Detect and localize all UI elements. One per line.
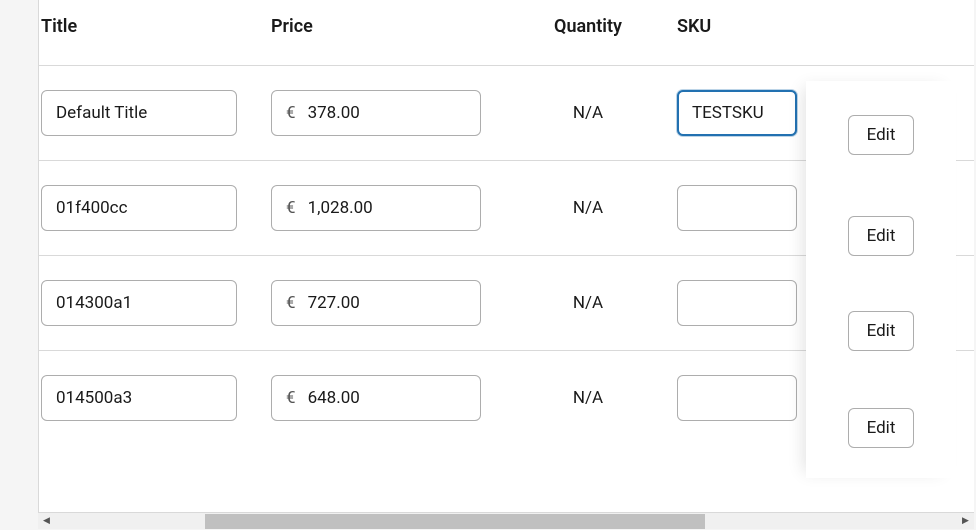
currency-symbol: € [286, 198, 296, 218]
edit-button[interactable]: Edit [848, 311, 915, 351]
header-title: Title [39, 16, 271, 37]
title-input[interactable] [41, 185, 237, 231]
sticky-actions-panel: Edit Edit Edit Edit [806, 81, 956, 478]
quantity-value: N/A [573, 388, 603, 408]
currency-symbol: € [286, 103, 296, 123]
price-field[interactable]: € [271, 280, 481, 326]
scroll-track[interactable] [55, 513, 957, 530]
sku-input[interactable] [677, 375, 797, 421]
currency-symbol: € [286, 388, 296, 408]
scroll-thumb[interactable] [205, 514, 705, 529]
header-price: Price [271, 16, 503, 37]
title-input[interactable] [41, 90, 237, 136]
edit-button[interactable]: Edit [848, 115, 915, 155]
price-input[interactable] [308, 198, 466, 218]
quantity-value: N/A [573, 198, 603, 218]
sku-input[interactable] [677, 90, 797, 136]
header-sku: SKU [673, 16, 823, 37]
scroll-left-arrow-icon[interactable]: ◀ [38, 513, 55, 530]
price-input[interactable] [308, 293, 466, 313]
sku-input[interactable] [677, 185, 797, 231]
scroll-right-arrow-icon[interactable]: ▶ [957, 513, 974, 530]
quantity-value: N/A [573, 293, 603, 313]
price-input[interactable] [308, 103, 466, 123]
price-field[interactable]: € [271, 185, 481, 231]
sku-input[interactable] [677, 280, 797, 326]
table-header-row: Title Price Quantity SKU [39, 0, 974, 65]
header-quantity: Quantity [503, 16, 673, 37]
title-input[interactable] [41, 280, 237, 326]
horizontal-scrollbar[interactable]: ◀ ▶ [38, 512, 974, 529]
price-field[interactable]: € [271, 375, 481, 421]
price-input[interactable] [308, 388, 466, 408]
title-input[interactable] [41, 375, 237, 421]
edit-button[interactable]: Edit [848, 216, 915, 256]
edit-button[interactable]: Edit [848, 408, 915, 448]
quantity-value: N/A [573, 103, 603, 123]
currency-symbol: € [286, 293, 296, 313]
price-field[interactable]: € [271, 90, 481, 136]
